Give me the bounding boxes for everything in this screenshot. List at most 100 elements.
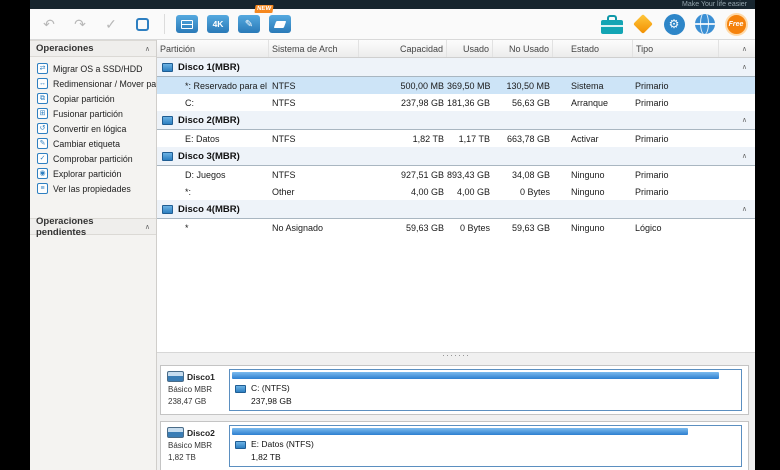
sidebar-item[interactable]: ✓ Comprobar partición [30, 151, 156, 166]
partition-name: D: Juegos [185, 169, 226, 180]
disk-panel-row[interactable]: Disco1 Básico MBR 238,47 GB C: (NTFS) 237,98… [160, 365, 749, 415]
partition-name: E: Datos [185, 133, 220, 144]
partition-type: Primario [635, 97, 669, 108]
sidebar-item[interactable]: ◉ Explorar partición [30, 166, 156, 181]
partition-type: Lógico [635, 222, 662, 233]
column-header-estado[interactable]: Estado [553, 40, 633, 57]
titlebar: Make Your life easier [30, 0, 755, 9]
partition-used: 893,43 GB [447, 169, 491, 180]
settings-button[interactable]: ⚙ [661, 12, 687, 36]
align-4k-button[interactable]: 4K [205, 12, 231, 36]
undo-icon: ↶ [43, 16, 55, 32]
change-label-icon: ✎ [37, 138, 48, 149]
erase-button[interactable] [267, 12, 293, 36]
collapse-chevron[interactable]: ∧ [145, 45, 150, 53]
sidebar-item[interactable]: ⧉ Copiar partición [30, 91, 156, 106]
partition-status: Ninguno [571, 169, 605, 180]
partition-recovery-button[interactable] [174, 12, 200, 36]
partition-status: Ninguno [571, 222, 605, 233]
splitter-handle[interactable]: ······· [157, 351, 755, 361]
partition-used-bar [232, 372, 719, 379]
disk-meta-top: Disco2 [167, 427, 227, 438]
upgrade-button[interactable] [630, 12, 656, 36]
toolbar: ↶ ↷ ✓ 4K ✎ NEW ⚙ Free [30, 5, 755, 40]
collapse-chevron[interactable]: ∧ [742, 63, 755, 71]
wipe-disk-button[interactable]: ✎ NEW [236, 5, 274, 36]
apply-button[interactable] [129, 12, 155, 36]
column-header-capacidad[interactable]: Capacidad [359, 40, 447, 57]
operations-header[interactable]: Operaciones ∧ [30, 40, 156, 57]
partition-row[interactable]: D: Juegos NTFS 927,51 GB 893,43 GB 34,08 GB N… [157, 166, 755, 183]
copy-partition-icon: ⧉ [37, 93, 48, 104]
wipe-disk-icon: ✎ [238, 15, 260, 33]
partition-icon [235, 385, 246, 393]
partition-size: 237,98 GB [251, 396, 292, 406]
column-header-usado[interactable]: Usado [447, 40, 493, 57]
partition-used: 369,50 MB [447, 80, 491, 91]
sidebar-item[interactable]: ⇄ Migrar OS a SSD/HDD [30, 61, 156, 76]
sidebar-item-label: Migrar OS a SSD/HDD [53, 63, 143, 74]
partition-table: Partición Sistema de Arch Capacidad Usad… [157, 40, 755, 352]
undo-button[interactable]: ↶ [36, 12, 62, 36]
disk-group-name: Disco 1(MBR) [178, 61, 240, 73]
disk-panel-row[interactable]: Disco2 Básico MBR 1,82 TB E: Datos (NTFS) 1,… [160, 421, 749, 470]
resize-move-icon: ↔ [37, 78, 48, 89]
toolbox-button[interactable] [599, 12, 625, 36]
collapse-chevron[interactable]: ∧ [742, 45, 747, 53]
disk-icon [162, 62, 173, 72]
collapse-chevron[interactable]: ∧ [742, 116, 755, 124]
sidebar-item[interactable]: ≡ Ver las propiedades [30, 181, 156, 196]
convert-logical-icon: ↺ [37, 123, 48, 134]
disk-drive-icon [167, 427, 184, 438]
partition-row[interactable]: E: Datos NTFS 1,82 TB 1,17 TB 663,78 GB Activ… [157, 130, 755, 147]
partition-row[interactable]: *: Other 4,00 GB 4,00 GB 0 Bytes Ninguno Prima… [157, 183, 755, 200]
partition-row[interactable]: *: Reservado para el sis...NTFS 500,00 MB… [157, 77, 755, 94]
disk-name: Disco2 [187, 427, 215, 438]
partition-capacity: 59,63 GB [405, 222, 444, 233]
properties-icon: ≡ [37, 183, 48, 194]
sidebar-item[interactable]: ↔ Redimensionar / Mover par... [30, 76, 156, 91]
partition-row[interactable]: C: NTFS 237,98 GB 181,36 GB 56,63 GB Arranque… [157, 94, 755, 111]
partition-used-bar [232, 428, 688, 435]
partition-type: Primario [635, 169, 669, 180]
disk-group-header[interactable]: Disco 1(MBR) ∧ [157, 58, 755, 77]
partition-capacity: 4,00 GB [410, 186, 444, 197]
table-body: Disco 1(MBR) ∧ *: Reservado para el sis...… [157, 58, 755, 352]
column-header-sistema-de-arch[interactable]: Sistema de Arch [269, 40, 359, 57]
diamond-icon [633, 14, 653, 34]
column-header-no-usado[interactable]: No Usado [493, 40, 553, 57]
language-button[interactable] [692, 12, 718, 36]
edition-badge[interactable]: Free [723, 12, 749, 36]
sidebar-item-label: Convertir en lógica [53, 123, 127, 134]
partition-filesystem: NTFS [272, 169, 296, 180]
partition-used: 0 Bytes [459, 222, 490, 233]
disk-meta: Disco2 Básico MBR 1,82 TB [161, 422, 227, 470]
disk-group-header[interactable]: Disco 3(MBR) ∧ [157, 147, 755, 166]
partition-row[interactable]: * No Asignado 59,63 GB 0 Bytes 59,63 GB Ningu… [157, 219, 755, 236]
commit-button[interactable]: ✓ [98, 12, 124, 36]
partition-block[interactable]: C: (NTFS) 237,98 GB [229, 369, 742, 411]
collapse-chevron[interactable]: ∧ [742, 152, 755, 160]
sidebar-items: ⇄ Migrar OS a SSD/HDD ↔ Redimensionar / Mov… [30, 57, 156, 196]
align-4k-icon: 4K [207, 15, 229, 33]
collapse-chevron[interactable]: ∧ [742, 205, 755, 213]
sidebar-item[interactable]: ✎ Cambiar etiqueta [30, 136, 156, 151]
collapse-chevron[interactable]: ∧ [145, 223, 150, 231]
partition-capacity: 927,51 GB [400, 169, 444, 180]
sidebar-item-label: Redimensionar / Mover par... [53, 78, 156, 89]
disk-group-header[interactable]: Disco 4(MBR) ∧ [157, 200, 755, 219]
sidebar-item-label: Explorar partición [53, 168, 122, 179]
partition-used: 1,17 TB [458, 133, 490, 144]
pending-operations-title: Operaciones pendientes [36, 215, 94, 238]
pending-operations-header[interactable]: Operaciones pendientes ∧ [30, 215, 156, 238]
column-header-tipo[interactable]: Tipo [633, 40, 719, 57]
sidebar-item[interactable]: ↺ Convertir en lógica [30, 121, 156, 136]
sidebar-item[interactable]: ⊞ Fusionar partición [30, 106, 156, 121]
partition-recovery-icon [176, 15, 198, 33]
disk-group-header[interactable]: Disco 2(MBR) ∧ [157, 111, 755, 130]
column-header-particion[interactable]: Partición [157, 40, 269, 57]
partition-used: 181,36 GB [447, 97, 491, 108]
migrate-os-icon: ⇄ [37, 63, 48, 74]
partition-block[interactable]: E: Datos (NTFS) 1,82 TB [229, 425, 742, 467]
redo-button[interactable]: ↷ [67, 12, 93, 36]
